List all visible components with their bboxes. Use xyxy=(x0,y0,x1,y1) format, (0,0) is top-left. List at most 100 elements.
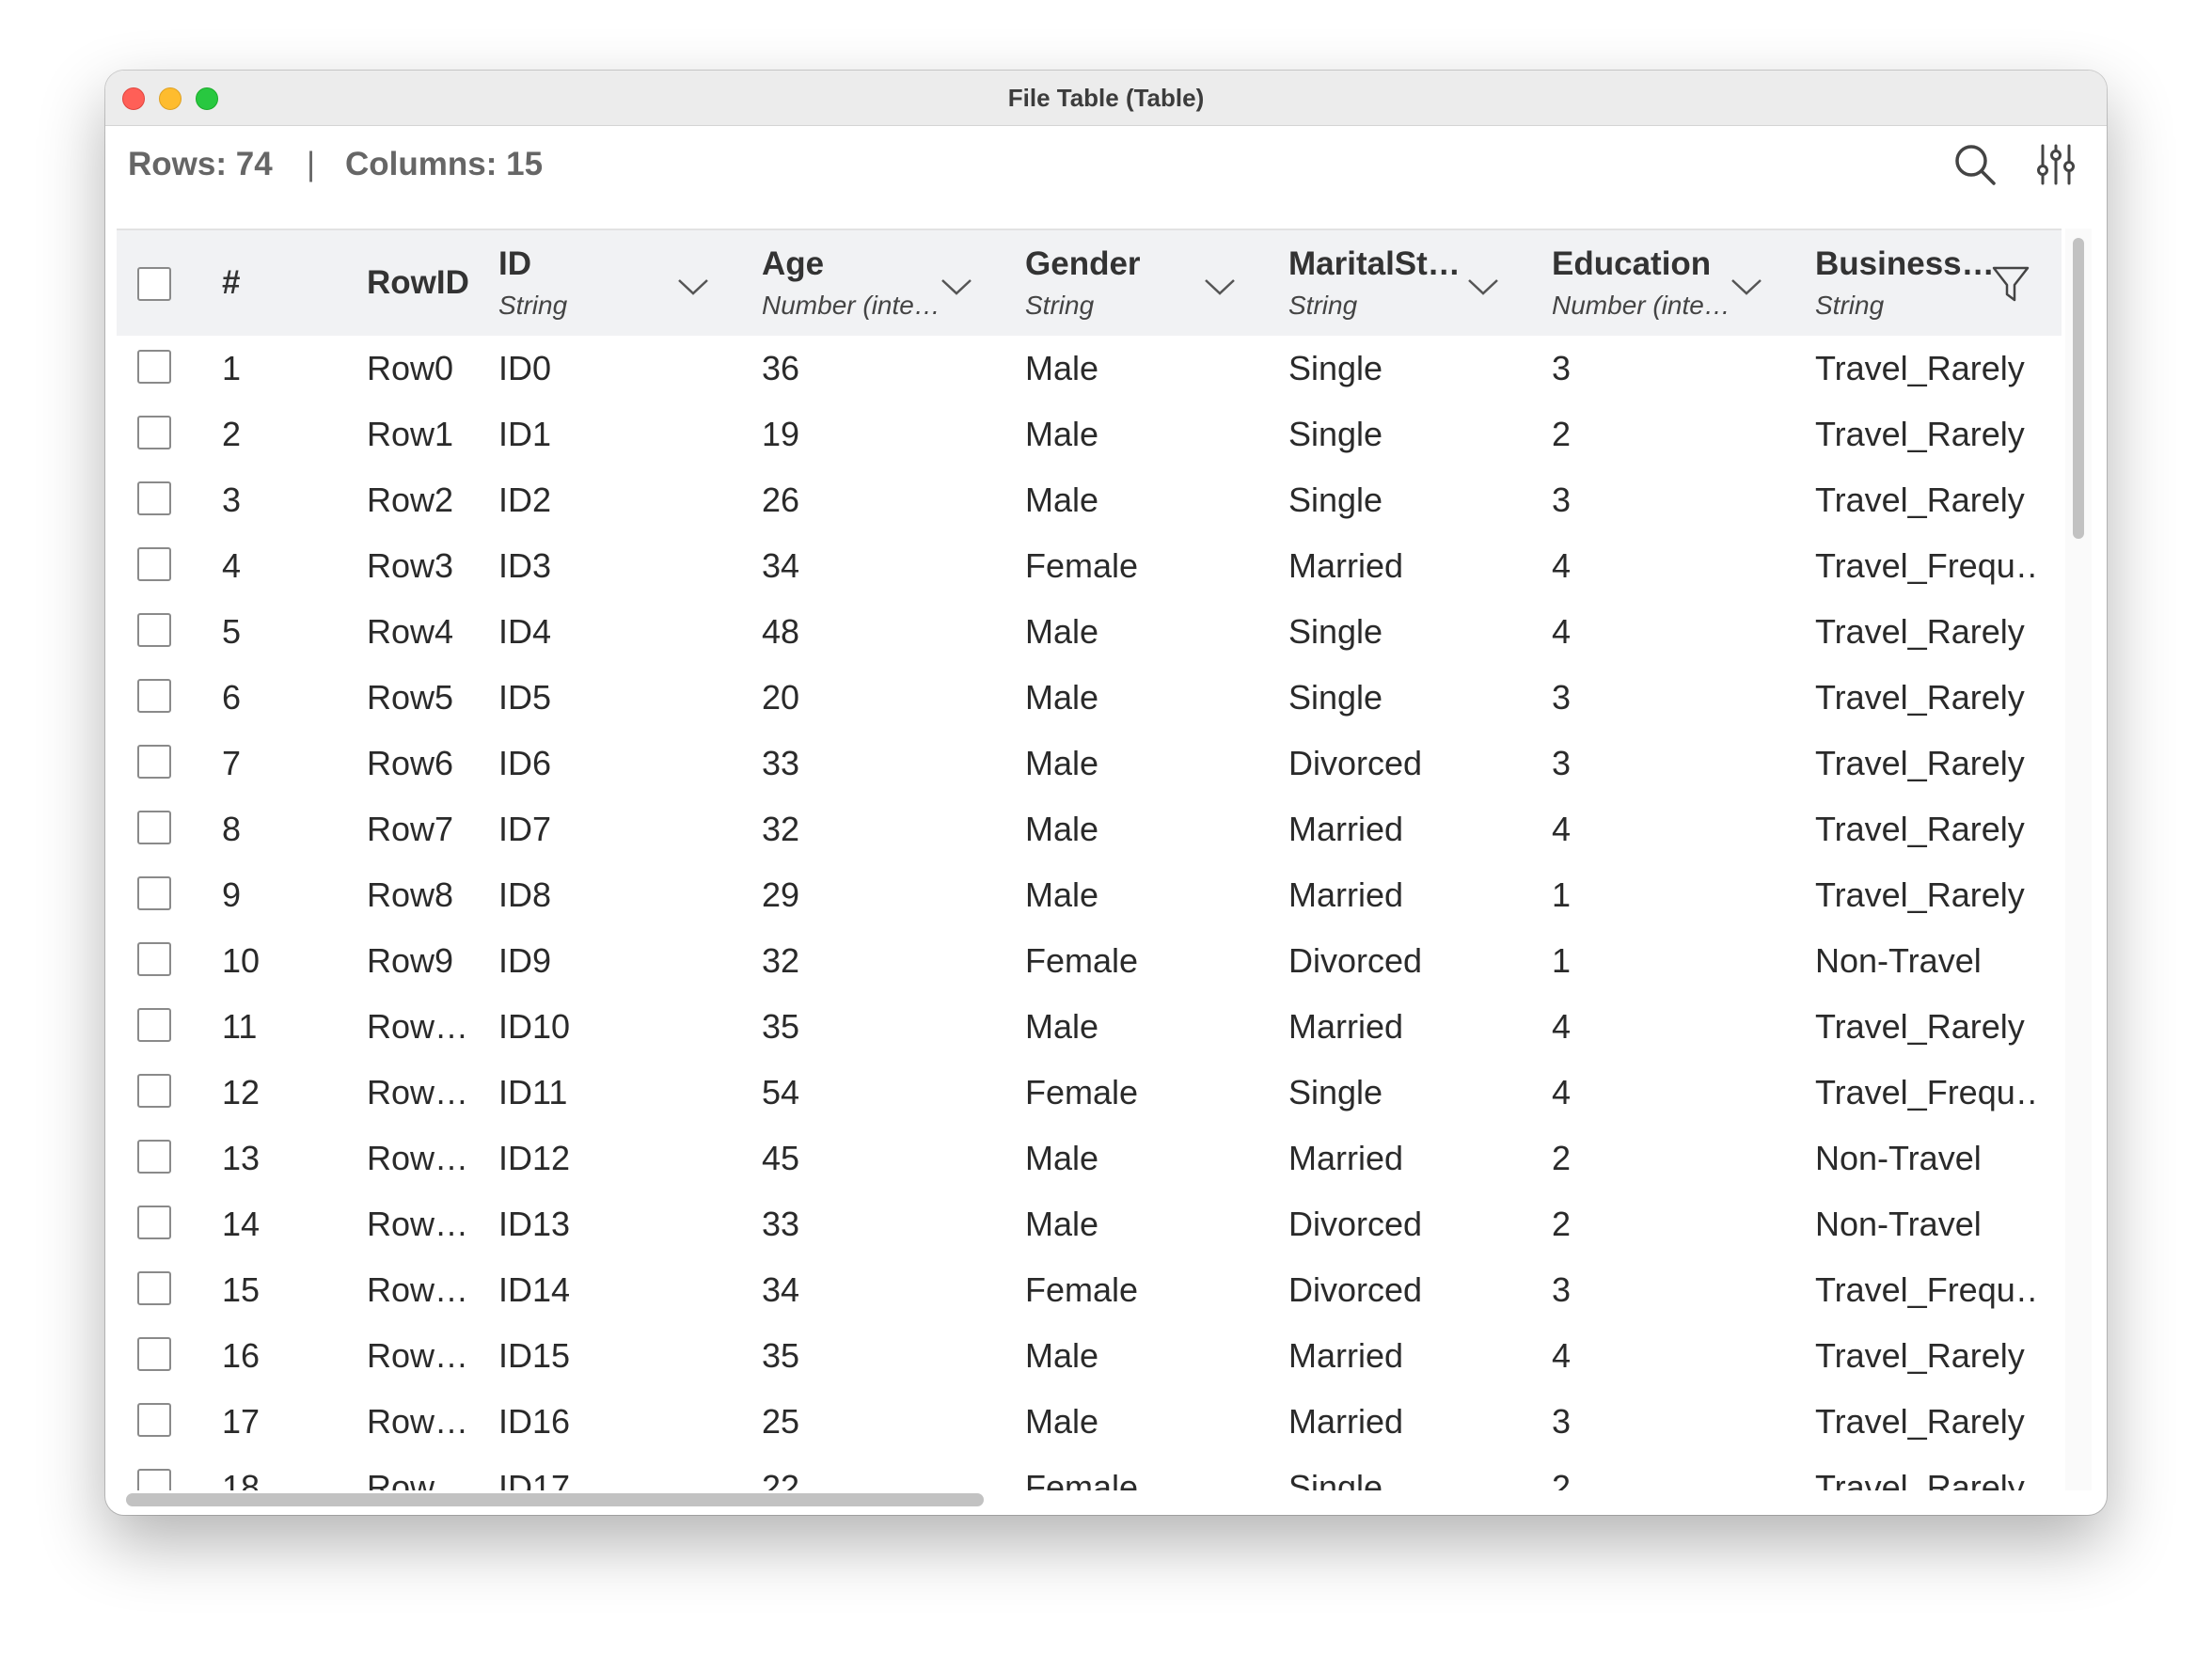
header-rowid[interactable]: RowID xyxy=(367,264,469,302)
row-checkbox[interactable] xyxy=(137,350,171,384)
row-checkbox[interactable] xyxy=(137,1337,171,1371)
row-checkbox[interactable] xyxy=(137,1469,171,1490)
header-business[interactable]: Business… xyxy=(1815,245,1994,283)
table-row[interactable]: 3 Row2 ID2 26 Male Single 3 Travel_Rarely xyxy=(117,467,2062,535)
row-checkbox[interactable] xyxy=(137,1074,171,1108)
filter-icon[interactable] xyxy=(1990,262,2031,304)
cell-business: Travel_Rarely xyxy=(1815,612,2025,651)
table-row[interactable]: 11 Row… ID10 35 Male Married 4 Travel_Rarely xyxy=(117,994,2062,1062)
cell-age: 33 xyxy=(762,744,800,782)
row-checkbox[interactable] xyxy=(137,745,171,779)
cell-marital: Married xyxy=(1288,546,1404,585)
select-all-checkbox[interactable] xyxy=(137,267,171,301)
cell-age: 35 xyxy=(762,1007,800,1046)
header-marital[interactable]: MaritalSt… xyxy=(1288,245,1467,283)
table-header: # RowID ID String Age Number (inte… Gend… xyxy=(117,229,2062,339)
cell-rowid: Row2 xyxy=(367,481,454,519)
cell-index: 14 xyxy=(222,1205,261,1243)
row-checkbox[interactable] xyxy=(137,1403,171,1437)
table-row[interactable]: 7 Row6 ID6 33 Male Divorced 3 Travel_Rarely xyxy=(117,731,2062,798)
cell-rowid: Row… xyxy=(367,1270,469,1309)
header-age-type: Number (inte… xyxy=(762,291,940,320)
cell-id: ID6 xyxy=(498,744,552,782)
data-table: # RowID ID String Age Number (inte… Gend… xyxy=(117,229,2062,1490)
table-row[interactable]: 1 Row0 ID0 36 Male Single 3 Travel_Rarely xyxy=(117,336,2062,403)
cell-gender: Male xyxy=(1025,612,1099,651)
cell-index: 11 xyxy=(222,1007,258,1046)
table-row[interactable]: 16 Row… ID15 35 Male Married 4 Travel_Rarely xyxy=(117,1323,2062,1391)
table-row[interactable]: 12 Row… ID11 54 Female Single 4 Travel_Frequ… xyxy=(117,1060,2062,1127)
cell-age: 35 xyxy=(762,1336,800,1375)
cell-id: ID3 xyxy=(498,546,552,585)
table-row[interactable]: 14 Row… ID13 33 Male Divorced 2 Non-Travel xyxy=(117,1191,2062,1259)
table-row[interactable]: 18 Row… ID17 22 Female Single 2 Travel_Rarely xyxy=(117,1455,2062,1490)
row-checkbox[interactable] xyxy=(137,1008,171,1042)
table-row[interactable]: 8 Row7 ID7 32 Male Married 4 Travel_Rarely xyxy=(117,796,2062,864)
row-checkbox[interactable] xyxy=(137,547,171,581)
table-row[interactable]: 15 Row… ID14 34 Female Divorced 3 Travel_Frequ… xyxy=(117,1257,2062,1325)
table-row[interactable]: 6 Row5 ID5 20 Male Single 3 Travel_Rarely xyxy=(117,665,2062,733)
search-icon[interactable] xyxy=(1949,138,2001,191)
cell-id: ID5 xyxy=(498,678,552,717)
row-checkbox[interactable] xyxy=(137,811,171,844)
chevron-down-icon[interactable] xyxy=(1730,277,1762,296)
cell-id: ID14 xyxy=(498,1270,571,1309)
row-checkbox[interactable] xyxy=(137,416,171,449)
cell-id: ID16 xyxy=(498,1402,571,1441)
chevron-down-icon[interactable] xyxy=(1467,277,1499,296)
cell-education: 4 xyxy=(1552,612,1572,651)
cell-id: ID2 xyxy=(498,481,552,519)
cell-age: 48 xyxy=(762,612,800,651)
table-row[interactable]: 5 Row4 ID4 48 Male Single 4 Travel_Rarely xyxy=(117,599,2062,667)
header-education[interactable]: Education xyxy=(1552,245,1730,283)
header-age[interactable]: Age xyxy=(762,245,950,283)
header-business-type: String xyxy=(1815,291,1885,320)
cell-education: 4 xyxy=(1552,810,1572,848)
cell-business: Non-Travel xyxy=(1815,1139,1982,1177)
row-checkbox[interactable] xyxy=(137,1206,171,1239)
cell-age: 19 xyxy=(762,415,800,453)
cell-marital: Divorced xyxy=(1288,941,1423,980)
cell-age: 54 xyxy=(762,1073,800,1111)
chevron-down-icon[interactable] xyxy=(940,277,972,296)
cell-age: 33 xyxy=(762,1205,800,1243)
row-checkbox[interactable] xyxy=(137,1271,171,1305)
horizontal-scrollbar[interactable] xyxy=(126,1493,984,1506)
header-education-type: Number (inte… xyxy=(1552,291,1730,320)
header-id-type: String xyxy=(498,291,568,320)
cell-rowid: Row4 xyxy=(367,612,454,651)
cell-id: ID11 xyxy=(498,1073,568,1111)
row-checkbox[interactable] xyxy=(137,481,171,515)
table-row[interactable]: 13 Row… ID12 45 Male Married 2 Non-Travel xyxy=(117,1126,2062,1193)
header-gender[interactable]: Gender xyxy=(1025,245,1213,283)
cell-education: 2 xyxy=(1552,1468,1572,1490)
sliders-icon[interactable] xyxy=(2030,138,2082,191)
chevron-down-icon[interactable] xyxy=(1204,277,1236,296)
table-row[interactable]: 9 Row8 ID8 29 Male Married 1 Travel_Rarely xyxy=(117,862,2062,930)
row-checkbox[interactable] xyxy=(137,679,171,713)
header-id[interactable]: ID xyxy=(498,245,696,283)
cell-marital: Single xyxy=(1288,612,1383,651)
table-row[interactable]: 4 Row3 ID3 34 Female Married 4 Travel_Frequ… xyxy=(117,533,2062,601)
table-row[interactable]: 10 Row9 ID9 32 Female Divorced 1 Non-Travel xyxy=(117,928,2062,996)
table-row[interactable]: 2 Row1 ID1 19 Male Single 2 Travel_Rarely xyxy=(117,402,2062,469)
cell-gender: Female xyxy=(1025,1270,1139,1309)
vertical-scrollbar[interactable] xyxy=(2073,238,2084,539)
cell-rowid: Row… xyxy=(367,1468,469,1490)
cell-id: ID13 xyxy=(498,1205,571,1243)
table-window: File Table (Table) Rows: 74 | Columns: 1… xyxy=(105,71,2107,1515)
row-checkbox[interactable] xyxy=(137,876,171,910)
cell-id: ID8 xyxy=(498,875,552,914)
cell-age: 36 xyxy=(762,349,800,387)
table-row[interactable]: 17 Row… ID16 25 Male Married 3 Travel_Rarely xyxy=(117,1389,2062,1457)
cell-business: Travel_Rarely xyxy=(1815,1336,2025,1375)
cell-index: 18 xyxy=(222,1468,261,1490)
chevron-down-icon[interactable] xyxy=(677,277,709,296)
cell-business: Travel_Rarely xyxy=(1815,678,2025,717)
row-checkbox[interactable] xyxy=(137,613,171,647)
row-checkbox[interactable] xyxy=(137,1140,171,1174)
cell-index: 10 xyxy=(222,941,261,980)
cell-id: ID15 xyxy=(498,1336,571,1375)
row-checkbox[interactable] xyxy=(137,942,171,976)
cell-business: Travel_Rarely xyxy=(1815,349,2025,387)
